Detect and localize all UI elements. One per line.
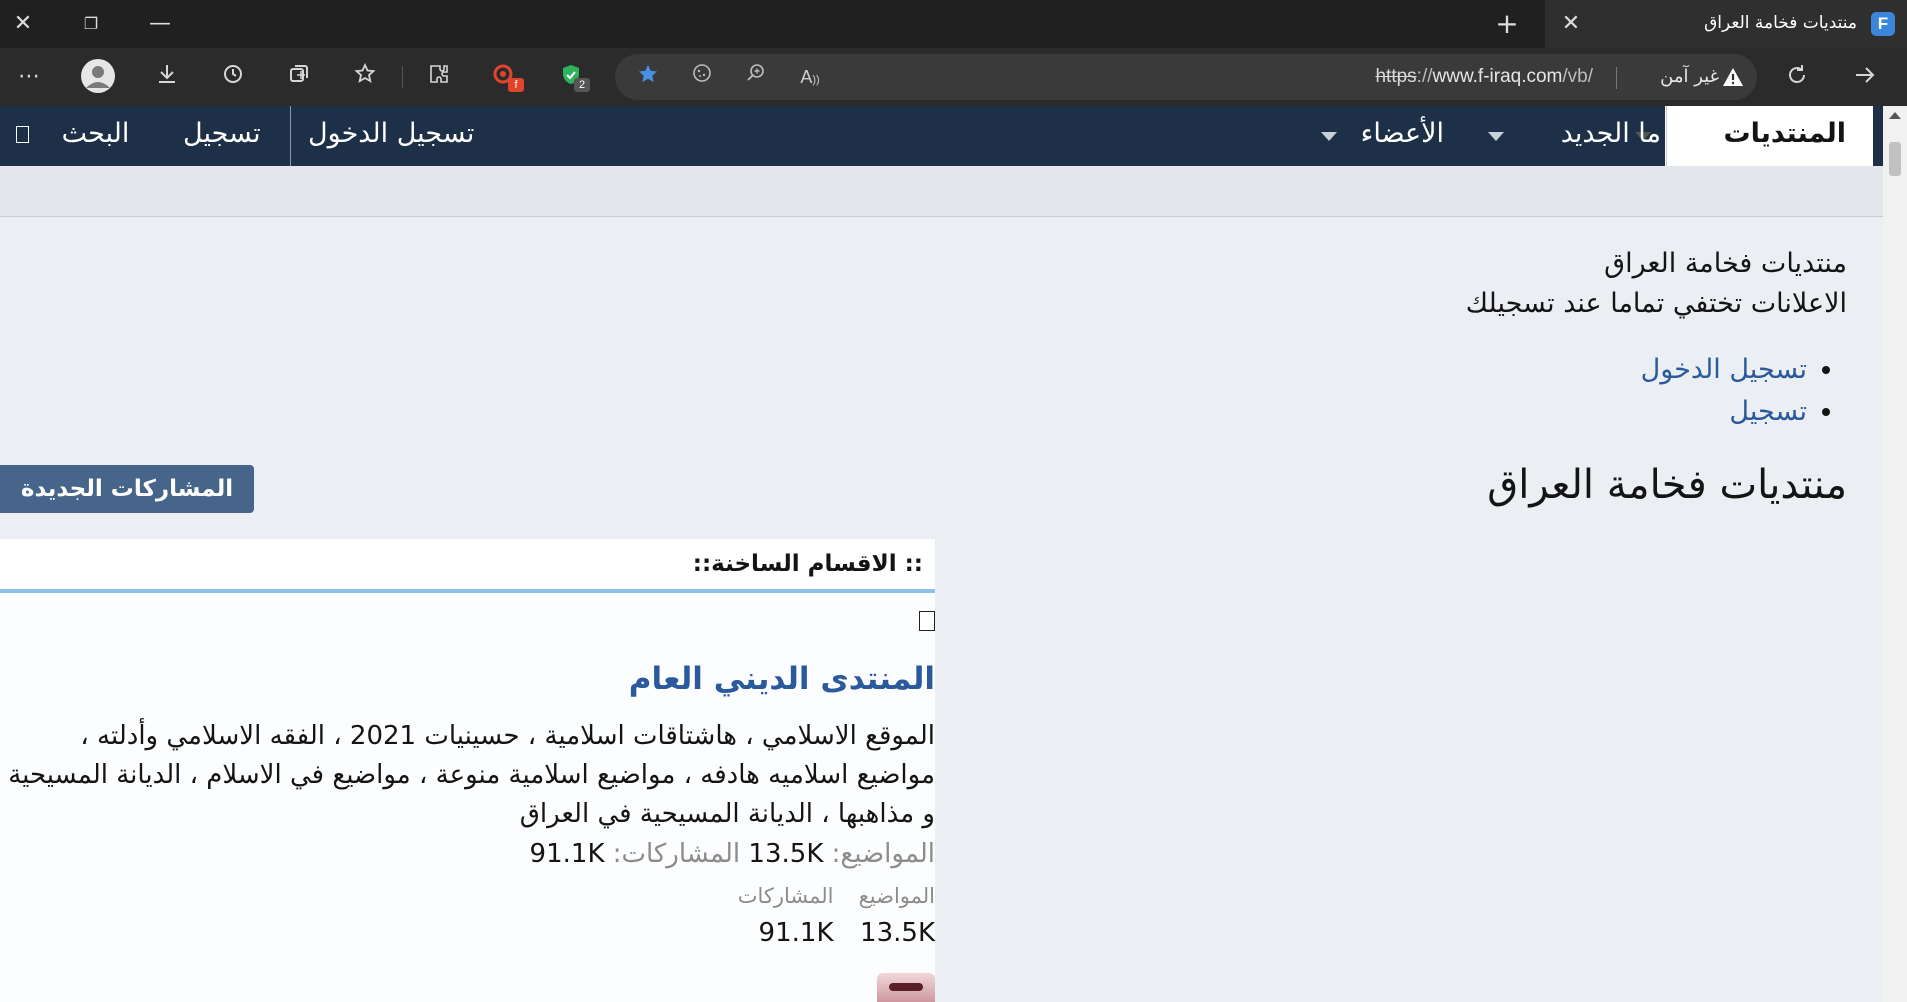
cherry-extension-icon[interactable]: f <box>490 62 524 92</box>
scroll-up-arrow-icon[interactable] <box>1889 112 1901 119</box>
notice-ad-text: الاعلانات تختفي تماما عند تسجيلك <box>1465 288 1847 319</box>
block-header: :: الاقسام الساخنة:: <box>0 539 935 593</box>
members-dropdown-icon[interactable] <box>1321 132 1337 141</box>
posts-label: المشاركات: <box>612 839 741 869</box>
forum-stats-table: المواضيع 13.5K المشاركات 91.1K <box>718 884 935 948</box>
posts-value: 91.1K <box>529 839 605 869</box>
minimize-window-icon[interactable]: — <box>145 10 175 38</box>
toolbar-separator <box>402 66 403 88</box>
notice-register-link[interactable]: تسجيل <box>1729 396 1807 427</box>
stat-posts-value: 91.1K <box>758 918 834 948</box>
web-page: المنتديات ما الجديد الأعضاء تسجيل الدخول… <box>0 106 1883 1002</box>
close-window-icon[interactable]: ✕ <box>8 10 38 38</box>
nav-register[interactable]: تسجيل <box>183 106 261 166</box>
url-text[interactable]: https://www.f-iraq.com/vb/ <box>1375 66 1593 88</box>
site-navbar: المنتديات ما الجديد الأعضاء تسجيل الدخول… <box>0 106 1883 166</box>
stat-threads-header: المواضيع <box>858 884 935 908</box>
address-bar[interactable]: A)) https://www.f-iraq.com/vb/ غير آمن <box>615 54 1757 100</box>
nav-tab-forums[interactable]: المنتديات <box>1635 106 1873 166</box>
stat-posts-header: المشاركات <box>737 884 834 908</box>
search-icon <box>16 126 29 143</box>
notice-link-item: تسجيل الدخول <box>1641 354 1807 396</box>
nav-search-label: البحث <box>61 118 130 149</box>
shield-extension-icon[interactable]: 2 <box>556 62 590 92</box>
favorite-star-icon[interactable] <box>633 62 663 92</box>
downloads-icon[interactable] <box>152 62 182 92</box>
forum-title-link[interactable]: المنتدى الديني العام <box>629 661 935 697</box>
notice-login-link[interactable]: تسجيل الدخول <box>1641 354 1807 385</box>
nav-forums-label: المنتديات <box>1723 118 1846 149</box>
shield-extension-badge: 2 <box>574 78 590 92</box>
nav-tab-members[interactable]: الأعضاء <box>1361 106 1444 166</box>
hot-sections-block: :: الاقسام الساخنة:: المنتدى الديني العا… <box>0 539 935 1002</box>
nav-divider <box>290 106 291 166</box>
refresh-icon[interactable] <box>1782 62 1812 92</box>
stat-column-posts: المشاركات 91.1K <box>738 884 834 948</box>
scroll-thumb[interactable] <box>1889 142 1901 176</box>
nav-login-label: تسجيل الدخول <box>308 118 475 149</box>
page-scrollbar[interactable] <box>1883 106 1907 1002</box>
stat-threads-value: 13.5K <box>860 918 935 948</box>
notice-links: تسجيل الدخول تسجيل <box>1641 354 1847 438</box>
last-poster-avatar[interactable] <box>877 973 935 1002</box>
profile-avatar-icon[interactable] <box>80 58 116 94</box>
nav-whats-new-label: ما الجديد <box>1560 118 1661 149</box>
page-title: منتديات فخامة العراق <box>1487 462 1847 508</box>
notice-site-name: منتديات فخامة العراق <box>1604 248 1847 279</box>
close-tab-icon[interactable]: ✕ <box>1557 10 1585 38</box>
sub-navbar <box>0 166 1883 217</box>
browser-tab[interactable]: F منتديات فخامة العراق ✕ <box>1545 0 1907 48</box>
history-icon[interactable] <box>218 62 248 92</box>
nav-tab-divider <box>1666 106 1667 166</box>
nav-tab-whats-new[interactable]: ما الجديد <box>1561 106 1661 166</box>
stat-column-threads: المواضيع 13.5K <box>859 884 935 948</box>
nav-search[interactable]: البحث <box>16 106 129 166</box>
more-menu-icon[interactable]: ⋯ <box>14 62 44 92</box>
new-posts-button[interactable]: المشاركات الجديدة <box>0 465 254 513</box>
restore-window-icon[interactable]: ❐ <box>76 10 106 38</box>
browser-titlebar: ✕ ❐ — + F منتديات فخامة العراق ✕ <box>0 0 1907 48</box>
zoom-icon[interactable] <box>741 62 771 92</box>
extensions-icon[interactable] <box>424 62 454 92</box>
block-header-text: :: الاقسام الساخنة:: <box>692 551 923 577</box>
block-checkbox[interactable] <box>919 611 935 631</box>
whats-new-dropdown-icon[interactable] <box>1488 132 1504 141</box>
notice-link-item: تسجيل <box>1641 396 1807 438</box>
favorites-icon[interactable] <box>350 62 380 92</box>
site-favicon-icon: F <box>1871 12 1895 36</box>
nav-register-label: تسجيل <box>183 118 261 149</box>
read-aloud-icon[interactable]: A)) <box>795 62 825 92</box>
forum-description: الموقع الاسلامي ، هاشتاقات اسلامية ، حسي… <box>8 721 935 829</box>
cherry-extension-badge: f <box>508 78 524 92</box>
cookie-icon[interactable] <box>687 62 717 92</box>
warning-icon[interactable] <box>1721 65 1745 89</box>
new-tab-button[interactable]: + <box>1492 10 1522 38</box>
not-secure-label[interactable]: غير آمن <box>1660 66 1719 87</box>
collections-icon[interactable] <box>284 62 314 92</box>
forum-stats-line: المواضيع: 13.5K المشاركات: 91.1K <box>530 839 935 869</box>
nav-login[interactable]: تسجيل الدخول <box>308 106 474 166</box>
address-separator <box>1616 67 1617 89</box>
threads-label: المواضيع: <box>831 839 935 869</box>
nav-members-label: الأعضاء <box>1360 118 1444 149</box>
forward-icon[interactable] <box>1850 62 1880 92</box>
threads-value: 13.5K <box>748 839 824 869</box>
tab-title: منتديات فخامة العراق <box>1704 13 1857 33</box>
